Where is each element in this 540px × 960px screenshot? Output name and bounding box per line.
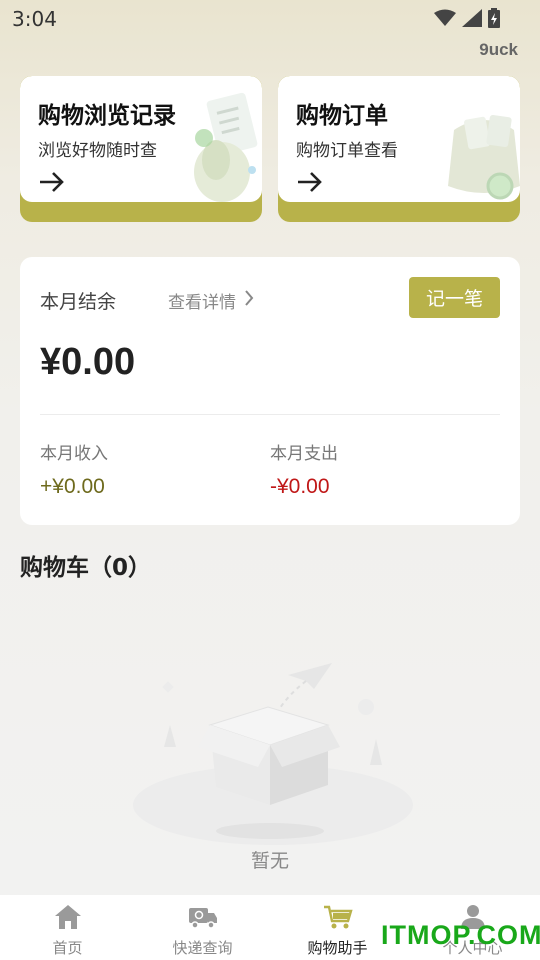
view-details-label: 查看详情 <box>168 293 236 313</box>
empty-box-illustration <box>128 655 418 849</box>
record-button[interactable]: 记一笔 <box>409 277 500 318</box>
income-label: 本月收入 <box>40 444 108 464</box>
wifi-icon <box>434 9 456 31</box>
balance-amount: ¥0.00 <box>40 341 136 383</box>
signal-icon <box>462 9 482 31</box>
divider <box>40 414 500 415</box>
card-subtitle: 浏览好物随时查 <box>38 141 157 161</box>
brand-label: 9uck <box>479 40 518 59</box>
orders-card[interactable]: 购物订单 购物订单查看 <box>278 76 520 222</box>
tab-home[interactable]: 首页 <box>0 895 135 960</box>
browse-history-card[interactable]: 购物浏览记录 浏览好物随时查 <box>20 76 262 222</box>
expense-label: 本月支出 <box>270 444 338 464</box>
income-amount: +¥0.00 <box>40 475 105 498</box>
balance-label: 本月结余 <box>40 291 117 313</box>
card-title: 购物订单 <box>296 103 388 129</box>
status-bar: 3:04 <box>0 0 540 36</box>
tab-delivery[interactable]: 快递查询 <box>135 895 270 960</box>
chevron-right-icon <box>244 290 254 311</box>
tab-label: 首页 <box>52 939 83 957</box>
tab-label: 快递查询 <box>172 939 233 957</box>
status-time: 3:04 <box>12 7 57 31</box>
arrow-right-icon <box>38 170 66 198</box>
shopping-cart-icon <box>323 904 353 934</box>
shortcut-cards: 购物浏览记录 浏览好物随时查 购物订单 购物订单查看 <box>20 76 520 222</box>
receipt-hand-illustration <box>190 90 262 202</box>
battery-icon <box>488 8 500 32</box>
empty-text: 暂无 <box>250 850 289 872</box>
cart-title: 购物车（0） <box>20 555 152 581</box>
home-icon <box>54 904 82 934</box>
view-details-link[interactable]: 查看详情 <box>168 288 254 313</box>
watermark: ITMOP.COM <box>381 920 540 950</box>
arrow-right-icon <box>296 170 324 198</box>
card-subtitle: 购物订单查看 <box>296 141 398 161</box>
card-title: 购物浏览记录 <box>38 103 176 129</box>
tab-label: 购物助手 <box>307 939 368 957</box>
monthly-balance-card: 本月结余 查看详情 记一笔 ¥0.00 本月收入 本月支出 +¥0.00 -¥0… <box>20 257 520 525</box>
delivery-truck-icon <box>188 904 218 934</box>
money-bag-illustration <box>444 90 520 202</box>
expense-amount: -¥0.00 <box>270 475 330 498</box>
